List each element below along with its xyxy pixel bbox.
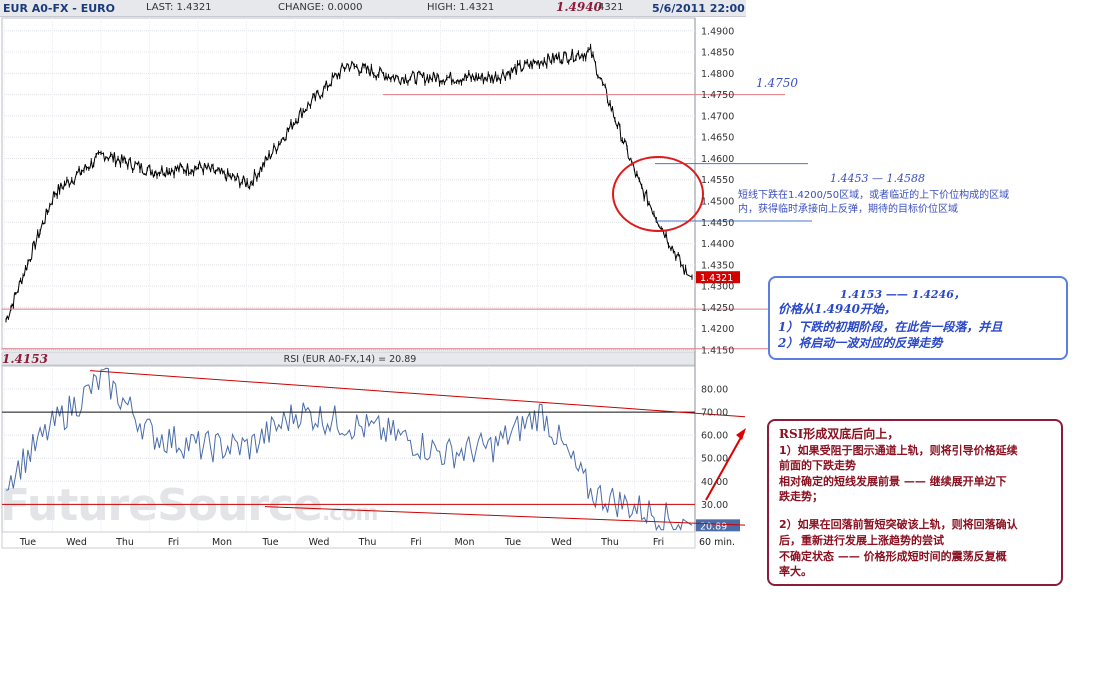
rsi-tick-label: 60.00 <box>701 431 728 442</box>
x-tick-label: Tue <box>504 537 521 548</box>
red-box-line5: 跌走势； <box>779 490 823 503</box>
red-box-line8: 不确定状态 —— 价格形成短时间的震荡反复概 <box>779 550 1007 563</box>
red-box-line6: 2）如果在回落前暂短突破该上轨，则将回落确认 <box>779 518 1018 531</box>
red-box-line2: 1）如果受阻于图示通道上轨，则将引导价格延续 <box>779 444 1018 457</box>
price-line <box>5 46 693 321</box>
x-tick-label: Tue <box>261 537 278 548</box>
x-axis-strip <box>1 531 696 549</box>
note-1-line2: 内，获得临时承接向上反弹，期待的目标价位区域 <box>738 204 958 215</box>
price-tick-label: 1.4400 <box>701 239 734 250</box>
rsi-value-label: 20.89 <box>700 521 727 532</box>
blue-annotation-box: 1.4153 —— 1.4246， 价格从1.4940开始， 1）下跌的初期阶段… <box>768 276 1068 360</box>
price-tick-label: 1.4650 <box>701 133 734 144</box>
price-tick-label: 1.4300 <box>701 282 734 293</box>
x-tick-label: Mon <box>212 537 232 548</box>
note-1-line1: 短线下跌在1.4200/50区域，或者临近的上下价位构成的区域 <box>738 190 1010 201</box>
x-tick-label: Thu <box>115 537 134 548</box>
price-tick-label: 1.4600 <box>701 154 734 165</box>
axis-ticks: 1.4900 1.4850 1.4800 1.4750 1.4700 1.4650 1.46… <box>19 26 735 548</box>
low-annotation: 1.4153 <box>2 352 48 366</box>
x-tick-label: Fri <box>653 537 664 548</box>
blue-box-line2: 价格从1.4940开始， <box>778 302 896 316</box>
red-box-line7: 后，重新进行发展上涨趋势的尝试 <box>779 534 944 547</box>
red-box-line9: 率大。 <box>779 565 812 578</box>
red-box-line4: 相对确定的短线发展前景 —— 继续展开单边下 <box>779 475 1007 488</box>
price-tick-label: 1.4850 <box>701 48 734 59</box>
blue-box-line3: 1）下跌的初期阶段，在此告一段落，并且 <box>778 320 1003 334</box>
rsi-channel-lower <box>264 506 746 526</box>
interval-label: 60 min. <box>699 537 735 548</box>
x-tick-label: Thu <box>358 537 377 548</box>
x-tick-label: Wed <box>551 537 572 548</box>
rsi-tick-label: 70.00 <box>701 408 728 419</box>
red-box-line3: 前面的下跌走势 <box>779 459 856 472</box>
red-annotation-box: RSI形成双底后向上， 1）如果受阻于图示通道上轨，则将引导价格延续 前面的下跌… <box>767 419 1063 586</box>
price-tick-label: 1.4750 <box>701 90 734 101</box>
rsi-panel-frame <box>1 365 696 533</box>
price-tick-label: 1.4700 <box>701 111 734 122</box>
x-tick-label: Wed <box>309 537 330 548</box>
level-1-annotation: 1.4750 <box>756 76 798 90</box>
rsi-channel-upper <box>89 370 746 418</box>
rsi-tick-label: 50.00 <box>701 454 728 465</box>
rsi-title: RSI (EUR A0-FX,14) = 20.89 <box>284 354 417 365</box>
x-tick-label: Thu <box>600 537 619 548</box>
x-tick-label: Wed <box>66 537 87 548</box>
price-series: 1.4321 <box>5 43 740 323</box>
rsi-series: 20.89 <box>5 367 740 532</box>
x-tick-label: Tue <box>19 537 36 548</box>
price-tick-label: 1.4250 <box>701 303 734 314</box>
blue-box-line4: 2）将启动一波对应的反弹走势 <box>778 336 943 350</box>
x-tick-label: Fri <box>410 537 421 548</box>
price-tick-label: 1.4500 <box>701 197 734 208</box>
highlight-ellipse <box>612 156 704 232</box>
red-arrow-shaft <box>705 431 745 501</box>
price-tick-label: 1.4200 <box>701 324 734 335</box>
grid-lines <box>1 17 696 549</box>
rsi-line <box>5 367 693 532</box>
range-1-annotation: 1.4453 — 1.4588 <box>830 172 925 185</box>
rsi-tick-label: 40.00 <box>701 477 728 488</box>
price-tick-label: 1.4550 <box>701 175 734 186</box>
rsi-tick-label: 80.00 <box>701 385 728 396</box>
price-tick-label: 1.4900 <box>701 26 734 37</box>
price-tick-label: 1.4350 <box>701 260 734 271</box>
price-tick-label: 1.4450 <box>701 218 734 229</box>
rsi-tick-label: 30.00 <box>701 500 728 511</box>
price-tick-label: 1.4800 <box>701 69 734 80</box>
red-box-line1: RSI形成双底后向上， <box>779 427 900 441</box>
price-tick-label: 1.4150 <box>701 346 734 357</box>
red-arrow-head <box>736 428 746 440</box>
x-tick-label: Fri <box>168 537 179 548</box>
x-tick-label: Mon <box>454 537 474 548</box>
